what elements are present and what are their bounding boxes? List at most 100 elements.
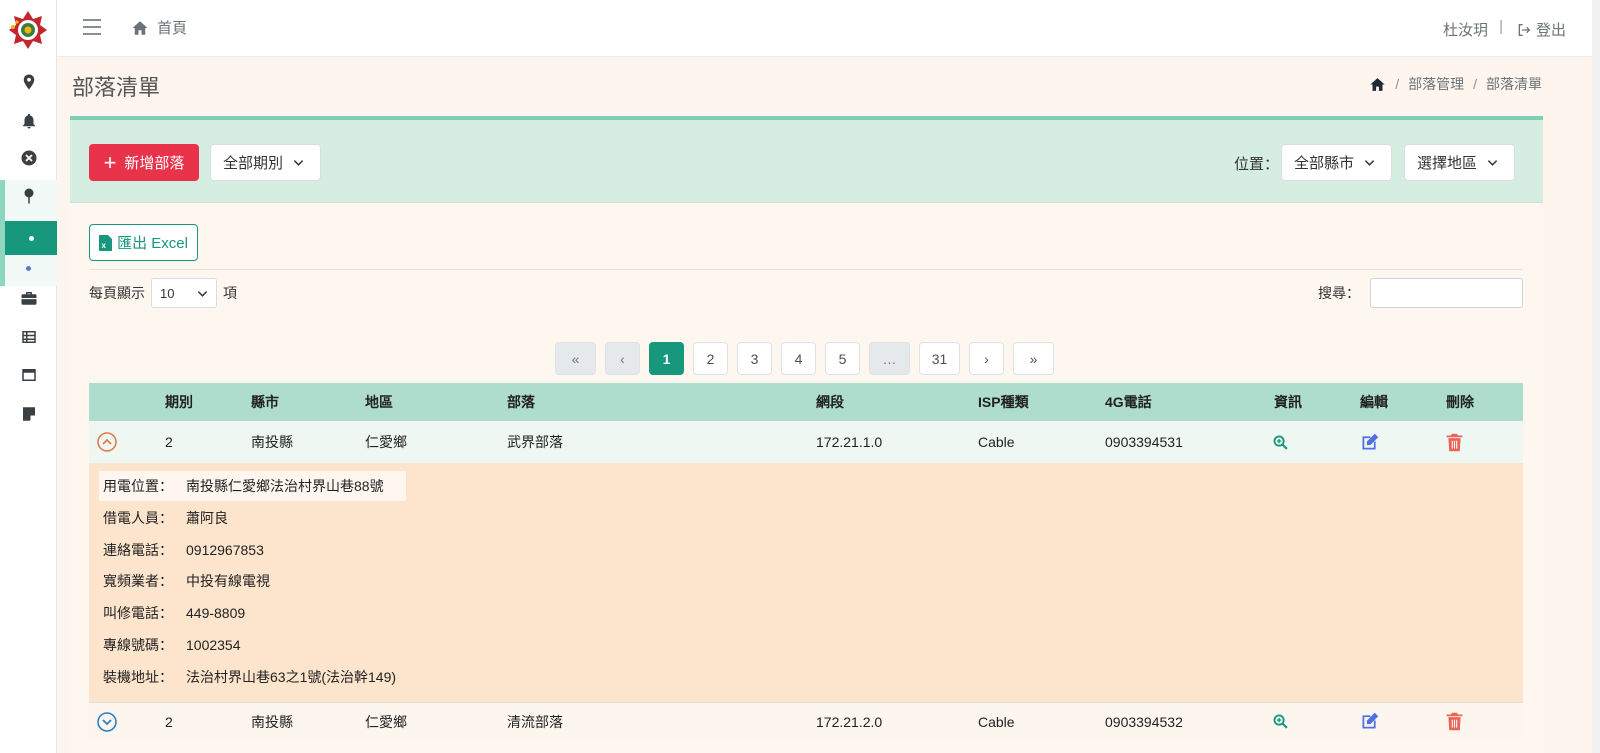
page-length-prefix: 每頁顯示 — [89, 285, 145, 301]
hamburger-menu-icon[interactable] — [83, 19, 101, 35]
sticky-note-icon — [22, 407, 35, 421]
pagination-page-5[interactable]: 5 — [825, 342, 860, 375]
detail-value: 1002354 — [186, 637, 241, 653]
pagination-page-4[interactable]: 4 — [781, 342, 816, 375]
detail-item: 借電人員： 蕭阿良 — [99, 503, 232, 533]
pagination-page-3[interactable]: 3 — [737, 342, 772, 375]
sidebar-item-list[interactable] — [0, 319, 57, 355]
sidebar-item-notes[interactable] — [0, 396, 57, 432]
sidebar-item-equipment[interactable] — [0, 280, 57, 316]
divider — [89, 269, 1523, 270]
column-header[interactable]: 4G電話 — [1105, 383, 1152, 421]
detail-item: 專線號碼： 1002354 — [99, 630, 245, 660]
detail-label: 用電位置： — [103, 478, 173, 494]
table-row: 2 南投縣 仁愛鄉 武界部落 172.21.1.0 Cable 09033945… — [89, 421, 1523, 463]
pagination-page-2[interactable]: 2 — [693, 342, 728, 375]
plus-icon: + — [103, 149, 117, 175]
page-length-control: 每頁顯示 10 項 — [89, 278, 237, 308]
pagination-prev[interactable]: ‹ — [605, 342, 640, 375]
column-header[interactable]: 地區 — [365, 383, 393, 421]
export-excel-button[interactable]: x 匯出 Excel — [89, 224, 198, 261]
column-header[interactable]: 期別 — [165, 383, 193, 421]
column-header[interactable]: 部落 — [507, 383, 535, 421]
sidebar-item-notifications[interactable] — [0, 103, 57, 139]
logo-icon[interactable] — [8, 10, 48, 50]
cell-district: 仁愛鄉 — [365, 713, 407, 730]
detail-value: 0912967853 — [186, 542, 264, 558]
detail-value: 449-8809 — [186, 605, 246, 621]
pagination-next[interactable]: › — [969, 342, 1004, 375]
county-select-value: 全部縣市 — [1294, 155, 1355, 172]
scrollbar[interactable] — [1592, 0, 1600, 753]
region-select[interactable]: 選擇地區 — [1404, 144, 1515, 181]
search-input[interactable] — [1370, 278, 1523, 308]
edit-button[interactable] — [1359, 421, 1380, 463]
pagination-ellipsis: … — [869, 342, 910, 375]
cell-district: 仁愛鄉 — [365, 434, 407, 450]
cell-county: 南投縣 — [251, 434, 293, 450]
page-length-select[interactable]: 10 — [151, 278, 217, 308]
dot-icon — [28, 235, 34, 241]
breadcrumb-item-current: 部落清單 — [1486, 76, 1542, 92]
zoom-in-icon — [1273, 714, 1288, 729]
export-excel-label: 匯出 Excel — [117, 235, 188, 252]
user-name[interactable]: 杜汝玥 — [1443, 19, 1488, 40]
detail-label: 叫修電話： — [103, 605, 173, 621]
collapse-toggle[interactable] — [97, 421, 117, 463]
detail-label: 專線號碼： — [103, 637, 173, 653]
cell-isp: Cable — [978, 713, 1015, 730]
page-length-value: 10 — [160, 285, 175, 301]
map-pin-icon — [23, 74, 34, 90]
add-tribe-label: 新增部落 — [124, 155, 185, 172]
cell-county: 南投縣 — [251, 713, 293, 730]
tribe-list-card: + 新增部落 全部期別 位置： 全部縣市 選擇地區 x 匯出 Excel 每頁顯… — [70, 116, 1543, 753]
logout-link[interactable]: 登出 — [1516, 19, 1566, 40]
detail-label: 借電人員： — [103, 510, 173, 526]
home-label: 首頁 — [157, 20, 188, 37]
sidebar-item-window[interactable] — [0, 357, 57, 393]
breadcrumb: / 部落管理 / 部落清單 — [1369, 74, 1542, 94]
edit-icon — [1362, 712, 1379, 729]
delete-button[interactable] — [1444, 421, 1465, 463]
pagination-last[interactable]: » — [1013, 342, 1054, 375]
detail-item: 寬頻業者： 中投有線電視 — [99, 566, 274, 596]
edit-button[interactable] — [1359, 703, 1380, 740]
info-button[interactable] — [1272, 703, 1289, 740]
chevron-down-circle-icon — [97, 711, 117, 732]
topbar: 首頁 杜汝玥 | 登出 — [57, 0, 1600, 753]
home-link[interactable]: 首頁 — [131, 17, 187, 38]
info-button[interactable] — [1272, 421, 1289, 463]
column-header: 編輯 — [1360, 394, 1388, 410]
dot-icon — [26, 265, 31, 271]
sidebar-item-location[interactable] — [0, 64, 57, 100]
home-icon[interactable] — [1369, 76, 1386, 93]
pagination-page-1[interactable]: 1 — [649, 342, 684, 375]
column-header[interactable]: 網段 — [816, 383, 844, 421]
period-select[interactable]: 全部期別 — [210, 144, 321, 181]
column-header[interactable]: ISP種類 — [978, 383, 1029, 421]
search-label: 搜尋： — [1318, 285, 1360, 301]
edit-icon — [1362, 433, 1379, 449]
close-circle-icon — [21, 150, 36, 166]
delete-button[interactable] — [1444, 703, 1465, 740]
bell-icon — [22, 113, 35, 129]
add-tribe-button[interactable]: + 新增部落 — [89, 144, 199, 181]
breadcrumb-item-manage[interactable]: 部落管理 — [1408, 74, 1464, 94]
table-row: 2 南投縣 仁愛鄉 清流部落 172.21.2.0 Cable 09033945… — [89, 702, 1523, 740]
expand-toggle[interactable] — [97, 703, 117, 740]
sidebar-item-tribe[interactable] — [0, 178, 57, 214]
cell-phone-4g: 0903394532 — [1105, 713, 1183, 730]
county-select[interactable]: 全部縣市 — [1281, 144, 1392, 181]
pagination-last-page[interactable]: 31 — [919, 342, 960, 375]
excel-file-icon: x — [99, 234, 113, 251]
sidebar-item-close[interactable] — [0, 140, 57, 176]
topbar-separator: | — [1499, 18, 1503, 35]
table-icon — [21, 331, 36, 343]
detail-item: 連絡電話： 0912967853 — [99, 535, 268, 565]
detail-label: 連絡電話： — [103, 542, 173, 558]
cell-period: 2 — [165, 434, 173, 450]
page-length-suffix: 項 — [223, 285, 237, 301]
sidebar — [0, 0, 57, 753]
pagination-first[interactable]: « — [555, 342, 596, 375]
column-header[interactable]: 縣市 — [251, 383, 279, 421]
